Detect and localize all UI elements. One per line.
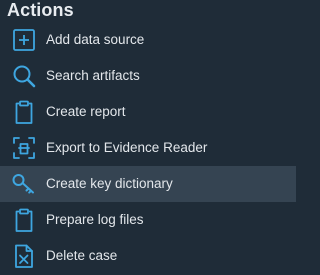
actions-panel: Actions Add data source Search artifacts… (0, 0, 304, 275)
magnifier-icon (11, 63, 37, 89)
action-label: Delete case (46, 248, 118, 263)
action-search-artifacts[interactable]: Search artifacts (0, 58, 296, 94)
action-prepare-log-files[interactable]: Prepare log files (0, 202, 296, 238)
actions-list: Add data source Search artifacts Create … (0, 22, 304, 274)
key-icon (11, 171, 37, 197)
add-square-icon (11, 27, 37, 53)
action-create-report[interactable]: Create report (0, 94, 296, 130)
action-label: Prepare log files (46, 212, 144, 227)
action-label: Create key dictionary (46, 176, 173, 191)
action-label: Search artifacts (46, 68, 140, 83)
action-label: Export to Evidence Reader (46, 140, 208, 155)
action-label: Add data source (46, 32, 145, 47)
action-create-key-dictionary[interactable]: Create key dictionary (0, 166, 296, 202)
clipboard-icon (11, 99, 37, 125)
scan-export-icon (11, 135, 37, 161)
action-label: Create report (46, 104, 126, 119)
panel-title: Actions (7, 0, 74, 20)
action-export-evidence-reader[interactable]: Export to Evidence Reader (0, 130, 296, 166)
action-add-data-source[interactable]: Add data source (0, 22, 296, 58)
action-delete-case[interactable]: Delete case (0, 238, 296, 274)
clipboard-icon (11, 207, 37, 233)
delete-document-icon (11, 243, 37, 269)
